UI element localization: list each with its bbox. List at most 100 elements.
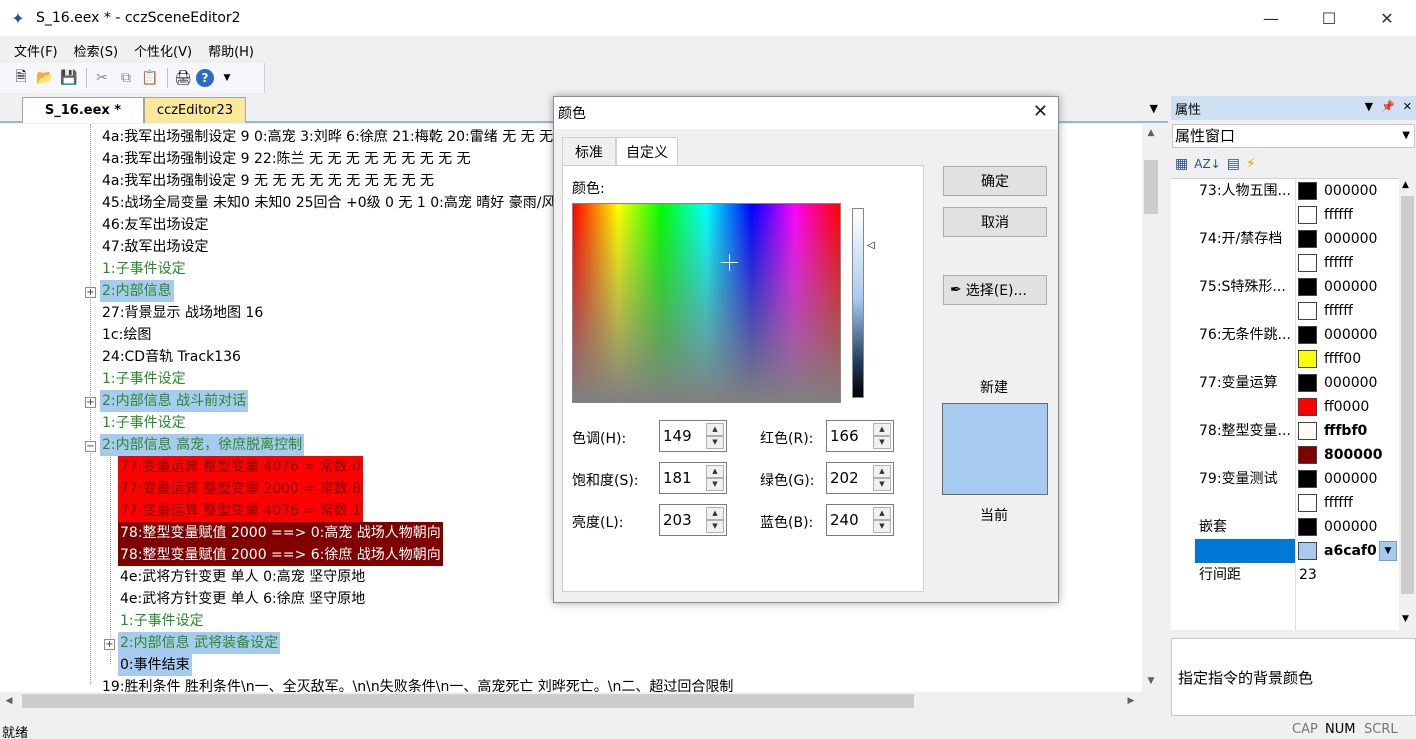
property-grid-scrollbar[interactable]: ▲ ▼ [1399, 178, 1416, 630]
expand-icon[interactable]: + [104, 639, 115, 650]
property-row[interactable]: 74:开/禁存档 000000 [1171, 227, 1399, 251]
menu-file[interactable]: 文件(F) [6, 41, 66, 60]
properties-object-combo[interactable]: 属性窗口 ▼ [1172, 124, 1415, 148]
luminance-arrow-icon[interactable]: ◁ [867, 240, 875, 251]
tree-row[interactable]: 4e:武将方针变更 单人 0:高宠 坚守原地 [118, 566, 367, 588]
tree-row[interactable]: 78:整型变量赋值 2000 ==> 0:高宠 战场人物朝向 [118, 522, 443, 544]
sort-alpha-icon[interactable]: AZ↓ [1194, 157, 1220, 171]
property-row[interactable]: 77:变量运算 000000 [1171, 371, 1399, 395]
spin-up-icon[interactable]: ▲ [706, 423, 724, 436]
spin-down-icon[interactable]: ▼ [706, 520, 724, 533]
tree-row[interactable]: 47:敌军出场设定 [100, 236, 211, 258]
tree-row[interactable]: 4e:武将方针变更 单人 6:徐庶 坚守原地 [118, 588, 367, 610]
spin-up-icon[interactable]: ▲ [706, 507, 724, 520]
property-pages-icon[interactable]: ▤ [1227, 156, 1240, 172]
events-icon[interactable]: ⚡ [1246, 156, 1256, 172]
saturation-input[interactable]: 181 ▲ ▼ [659, 462, 727, 494]
help-icon[interactable]: ? [196, 69, 214, 87]
panel-close-icon[interactable]: ✕ [1403, 100, 1412, 113]
editor-horizontal-scrollbar[interactable]: ◀ ▶ [0, 692, 1142, 710]
scroll-left-icon[interactable]: ◀ [0, 692, 18, 710]
tree-row[interactable]: 4a:我军出场强制设定 9 22:陈兰 无 无 无 无 无 无 无 无 无 [100, 148, 473, 170]
luminance-slider[interactable] [852, 208, 864, 398]
spin-up-icon[interactable]: ▲ [873, 507, 891, 520]
tree-row[interactable]: 77:变量运算 整型变量 4076 = 常数 1 [118, 500, 364, 522]
color-dropdown-icon[interactable]: ▼ [1379, 541, 1397, 561]
property-row[interactable]: 78:整型变量... fffbf0 [1171, 419, 1399, 443]
categorized-icon[interactable]: ▦ [1175, 156, 1188, 172]
expand-icon[interactable]: + [85, 397, 96, 408]
tab-custom[interactable]: 自定义 [616, 137, 678, 165]
new-file-icon[interactable]: 🗎 [10, 67, 32, 89]
scroll-down-icon[interactable]: ▼ [1402, 614, 1409, 624]
tree-row[interactable]: 1c:绘图 [100, 324, 153, 346]
cancel-button[interactable]: 取消 [943, 207, 1047, 237]
hue-input[interactable]: 149 ▲ ▼ [659, 420, 727, 452]
paste-icon[interactable]: 📋 [139, 67, 161, 89]
scroll-right-icon[interactable]: ▶ [1122, 692, 1140, 710]
scroll-up-icon[interactable]: ▲ [1402, 180, 1409, 190]
tree-row[interactable]: 4a:我军出场强制设定 9 无 无 无 无 无 无 无 无 无 无 [100, 170, 436, 192]
scroll-thumb[interactable] [22, 694, 914, 708]
property-row[interactable]: ff0000 [1171, 395, 1399, 419]
maximize-icon[interactable]: ☐ [1300, 0, 1358, 36]
scroll-down-icon[interactable]: ▼ [1142, 672, 1160, 690]
property-row[interactable]: 嵌套 000000 [1171, 515, 1399, 539]
property-row[interactable]: ffff00 [1171, 347, 1399, 371]
tree-row[interactable]: 77:变量运算 整型变量 2000 = 常数 8 [118, 478, 364, 500]
spin-down-icon[interactable]: ▼ [873, 520, 891, 533]
property-row[interactable]: ffffff [1171, 251, 1399, 275]
luminance-input[interactable]: 203 ▲ ▼ [659, 504, 727, 536]
panel-dropdown-icon[interactable]: ▼ [1365, 100, 1373, 113]
property-row[interactable]: 79:变量测试 000000 [1171, 467, 1399, 491]
tabs-dropdown-icon[interactable]: ▼ [1150, 102, 1158, 115]
blue-input[interactable]: 240 ▲ ▼ [826, 504, 894, 536]
tree-row[interactable]: 78:整型变量赋值 2000 ==> 6:徐庶 战场人物朝向 [118, 544, 443, 566]
property-row[interactable]: 75:S特殊形... 000000 [1171, 275, 1399, 299]
property-row[interactable]: 行间距 23 [1171, 563, 1399, 587]
tab-s16[interactable]: S_16.eex * [22, 97, 144, 123]
tree-row[interactable]: 45:战场全局变量 未知0 未知0 25回合 +0级 0 无 1 0:高宠 晴好… [100, 192, 557, 214]
tree-row[interactable]: 2:内部信息 武将装备设定 [118, 632, 281, 654]
eyedropper-button[interactable]: ✒ 选择(E)... [943, 275, 1047, 305]
scroll-up-icon[interactable]: ▲ [1142, 124, 1160, 142]
tree-row[interactable]: 46:友军出场设定 [100, 214, 211, 236]
property-row[interactable]: ffffff [1171, 299, 1399, 323]
spin-down-icon[interactable]: ▼ [873, 436, 891, 449]
spin-up-icon[interactable]: ▲ [706, 465, 724, 478]
red-input[interactable]: 166 ▲ ▼ [826, 420, 894, 452]
tree-row[interactable]: 4a:我军出场强制设定 9 0:高宠 3:刘晔 6:徐庶 21:梅乾 20:雷绪… [100, 126, 592, 148]
menu-help[interactable]: 帮助(H) [200, 41, 262, 60]
save-icon[interactable]: 💾 [58, 67, 80, 89]
tab-standard[interactable]: 标准 [562, 137, 616, 165]
property-row[interactable]: 76:无条件跳... 000000 [1171, 323, 1399, 347]
tree-row[interactable]: 77:变量运算 整型变量 4076 = 常数 0 [118, 456, 364, 478]
tree-row[interactable]: 2:内部信息 战斗前对话 [100, 390, 249, 412]
property-row[interactable]: a6caf0 ▼ [1171, 539, 1399, 563]
tree-row[interactable]: 24:CD音轨 Track136 [100, 346, 243, 368]
pin-icon[interactable]: 📌 [1381, 100, 1395, 113]
spin-down-icon[interactable]: ▼ [706, 436, 724, 449]
tree-row[interactable]: 0:事件结束 [118, 654, 192, 676]
close-icon[interactable]: ✕ [1358, 0, 1416, 36]
open-folder-icon[interactable]: 📂 [34, 67, 56, 89]
cut-icon[interactable]: ✂ [91, 67, 113, 89]
color-spectrum[interactable] [572, 203, 841, 403]
spin-up-icon[interactable]: ▲ [873, 423, 891, 436]
close-icon[interactable]: ✕ [1033, 101, 1048, 122]
spin-down-icon[interactable]: ▼ [873, 478, 891, 491]
tree-row[interactable]: 1:子事件设定 [100, 368, 188, 390]
print-icon[interactable]: 🖨 [172, 67, 194, 89]
spin-down-icon[interactable]: ▼ [706, 478, 724, 491]
scroll-thumb[interactable] [1401, 196, 1414, 594]
tree-row[interactable]: 2:内部信息 [100, 280, 174, 302]
tree-row[interactable]: 27:背景显示 战场地图 16 [100, 302, 265, 324]
property-row[interactable]: 800000 [1171, 443, 1399, 467]
editor-vertical-scrollbar[interactable]: ▲ ▼ [1142, 124, 1160, 692]
spin-up-icon[interactable]: ▲ [873, 465, 891, 478]
tree-row[interactable]: 1:子事件设定 [100, 258, 188, 280]
toolbar-overflow-icon[interactable]: ▼ [216, 67, 238, 89]
minimize-icon[interactable]: — [1242, 0, 1300, 36]
tree-row[interactable]: 1:子事件设定 [100, 412, 188, 434]
tree-row[interactable]: 19:胜利条件 胜利条件\n一、全灭敌军。\n\n失败条件\n一、高宠死亡 刘晔… [100, 676, 735, 692]
